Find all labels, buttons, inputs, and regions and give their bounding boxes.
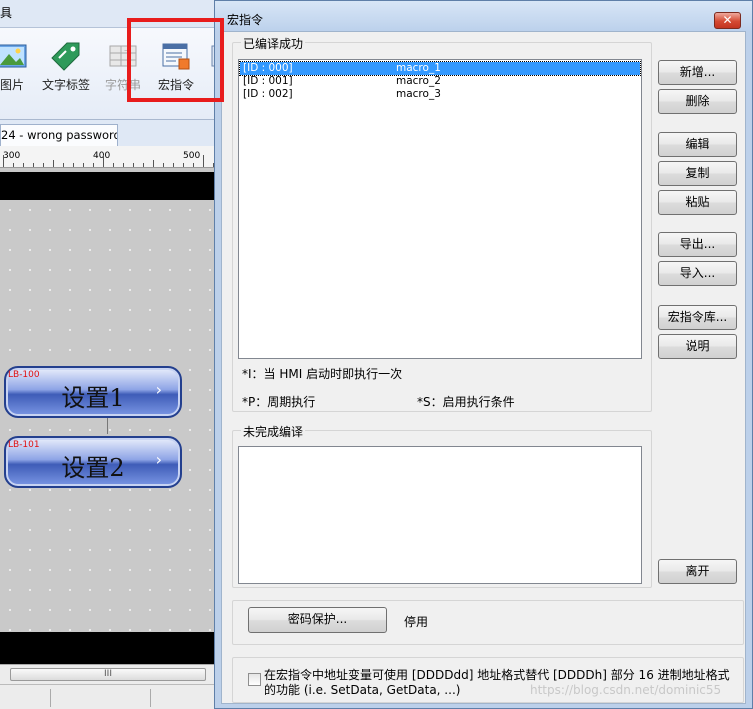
incomplete-group-label: 未完成编译 [241, 423, 306, 440]
hmi-set1-button[interactable]: LB-100 设置1 › [4, 366, 182, 418]
macro-name: macro_2 [396, 75, 441, 87]
macro-id: [ID : 000] [243, 62, 293, 74]
incomplete-macro-list[interactable] [238, 446, 642, 584]
toolbar-title-strip: 具 [0, 0, 216, 28]
chevron-right-icon: › [155, 450, 162, 469]
ruler-tick [153, 160, 154, 167]
ribbon-toolbar: 图片 文字标签 → 字符串 宏指令 [0, 28, 216, 120]
ruler-number: 300 [3, 151, 21, 161]
dialog-title: 宏指令 [227, 13, 264, 27]
dialog-titlebar[interactable]: 宏指令 ✕ [215, 1, 752, 31]
paste-button[interactable]: 粘贴 [658, 190, 737, 215]
macro-name: macro_3 [396, 88, 441, 100]
macro-id: [ID : 001] [243, 75, 293, 87]
close-button[interactable]: ✕ [714, 12, 741, 29]
ruler-tick [133, 163, 134, 167]
copy-button[interactable]: 复制 [658, 161, 737, 186]
ribbon-more-button[interactable]: 均 [196, 40, 216, 100]
ruler-tick [13, 163, 14, 167]
export-button[interactable]: 导出... [658, 232, 737, 257]
ruler-tick [43, 163, 44, 167]
chevron-right-icon: › [155, 380, 162, 399]
ruler-tick [163, 163, 164, 167]
ruler-tick [83, 163, 84, 167]
macro-list-item[interactable]: [ID : 002] macro_3 [240, 88, 640, 101]
ruler-tick [33, 163, 34, 167]
design-canvas[interactable]: LB-100 设置1 › LB-101 设置2 › [0, 200, 216, 632]
note-periodic: *P：周期执行 [242, 395, 316, 409]
tag-icon [51, 42, 80, 71]
ruler-tick [143, 163, 144, 167]
address-format-checkbox[interactable] [248, 673, 261, 686]
ruler-tick [113, 163, 114, 167]
ribbon-label: 字符串 [104, 78, 141, 92]
macro-list-item[interactable]: [ID : 000] macro_1 [239, 61, 641, 76]
horizontal-scrollbar[interactable]: III [0, 664, 216, 684]
ruler-tick [193, 163, 194, 167]
edit-button[interactable]: 编辑 [658, 132, 737, 157]
watermark-text: https://blog.csdn.net/dominic55 [530, 683, 722, 697]
scrollbar-thumb[interactable]: III [10, 668, 206, 681]
ruler-tick [3, 155, 4, 167]
ruler-tick [63, 163, 64, 167]
help-button[interactable]: 说明 [658, 334, 737, 359]
status-separator [150, 689, 151, 707]
ribbon-label: 图片 [0, 78, 24, 92]
import-button[interactable]: 导入... [658, 261, 737, 286]
editor-window: 具 图片 文字标签 → 字符串 宏指令 24 - wrong password … [0, 0, 216, 709]
close-icon: ✕ [722, 13, 733, 27]
macro-list-item[interactable]: [ID : 001] macro_2 [240, 75, 640, 88]
hmi-button-text: 设置1 [61, 384, 125, 412]
ruler-tick [23, 163, 24, 167]
ruler-number: 400 [93, 151, 111, 161]
ribbon-label: 文字标签 [41, 78, 90, 92]
ruler-number: 500 [183, 151, 201, 161]
dialog-client-area: 已编译成功 [ID : 000] macro_1 [ID : 001] macr… [221, 31, 746, 704]
picture-icon [0, 44, 27, 68]
ruler-tick [103, 155, 104, 167]
password-protect-button[interactable]: 密码保护... [248, 607, 387, 633]
ruler-tick [53, 160, 54, 167]
connector-line [107, 418, 108, 434]
new-button[interactable]: 新增... [658, 60, 737, 85]
ribbon-text-label-button[interactable]: 文字标签 [38, 40, 94, 100]
password-status: 停用 [404, 615, 429, 629]
status-separator [50, 689, 51, 707]
hmi-button-text: 设置2 [61, 454, 125, 482]
ruler-tick [183, 163, 184, 167]
string-table-icon: → [109, 45, 137, 67]
document-tab[interactable]: 24 - wrong password [0, 124, 118, 146]
horizontal-ruler: 300 400 500 [0, 146, 216, 168]
hmi-set2-button[interactable]: LB-101 设置2 › [4, 436, 182, 488]
macro-icon [162, 43, 190, 70]
compiled-macro-list[interactable]: [ID : 000] macro_1 [ID : 001] macro_2 [I… [238, 59, 642, 359]
ribbon-label: 均 [196, 76, 216, 93]
ribbon-picture-button[interactable]: 图片 [0, 40, 40, 100]
svg-text:→: → [124, 47, 129, 54]
status-strip [0, 684, 216, 709]
ruler-tick [173, 163, 174, 167]
macro-id: [ID : 002] [243, 88, 293, 100]
exit-button[interactable]: 离开 [658, 559, 737, 584]
macro-name: macro_1 [396, 62, 441, 74]
note-sync: *S：启用执行条件 [417, 395, 515, 409]
toolbar-title: 具 [0, 6, 13, 20]
ruler-tick [203, 155, 204, 167]
delete-button[interactable]: 删除 [658, 89, 737, 114]
screen-header-bar [0, 172, 216, 200]
ruler-tick [123, 163, 124, 167]
macro-library-button[interactable]: 宏指令库... [658, 305, 737, 330]
document-tab-strip: 24 - wrong password [0, 120, 216, 146]
ribbon-string-table-button[interactable]: → 字符串 [95, 40, 151, 100]
screen-footer-bar [0, 632, 216, 664]
note-init: *I：当 HMI 启动时即执行一次 [242, 367, 403, 381]
compiled-group-label: 已编译成功 [241, 35, 306, 52]
macro-dialog: 宏指令 ✕ 已编译成功 [ID : 000] macro_1 [ID : 001… [214, 0, 753, 709]
ruler-tick [93, 163, 94, 167]
ruler-tick [73, 163, 74, 167]
